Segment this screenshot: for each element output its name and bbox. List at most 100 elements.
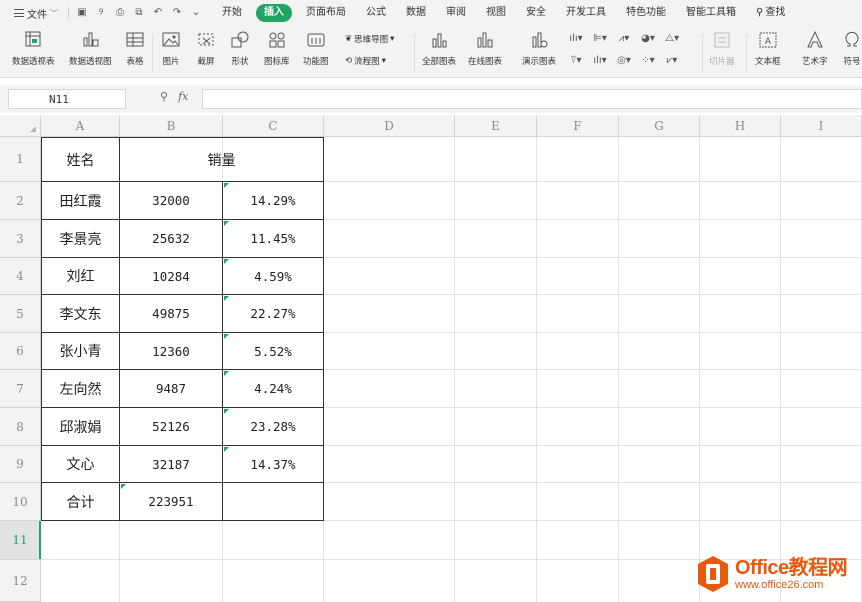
- percent-cell[interactable]: 5.52%: [223, 333, 323, 369]
- column-header-g[interactable]: G: [619, 115, 700, 137]
- file-menu-button[interactable]: 文件 ﹀: [0, 6, 58, 21]
- print-icon[interactable]: ⎙: [114, 7, 126, 19]
- tab-special-features[interactable]: 特色功能: [616, 4, 676, 22]
- row-header-9[interactable]: 9: [0, 446, 41, 483]
- pivot-chart-button[interactable]: 数据透视图: [69, 30, 112, 67]
- bar-chart-icon[interactable]: ⊫▾: [591, 32, 609, 46]
- cloud-sync-icon[interactable]: ୨: [95, 7, 107, 19]
- icon-library-button[interactable]: 图标库: [264, 30, 290, 67]
- row-header-3[interactable]: 3: [0, 220, 41, 258]
- wordart-button[interactable]: 艺术字: [802, 30, 828, 67]
- name-cell[interactable]: 张小青: [42, 333, 119, 369]
- percent-cell[interactable]: 11.45%: [223, 220, 323, 257]
- tab-smart-toolbox[interactable]: 智能工具箱: [676, 4, 746, 22]
- column-header-h[interactable]: H: [700, 115, 781, 137]
- tab-home[interactable]: 开始: [212, 4, 252, 22]
- spreadsheet-grid[interactable]: A B C D E F G H I 1 2 3 4 5 6 7 8 9 10 1…: [0, 115, 862, 602]
- percent-cell[interactable]: 23.28%: [223, 408, 323, 445]
- row-header-2[interactable]: 2: [0, 182, 41, 220]
- name-cell[interactable]: 左向然: [42, 370, 119, 407]
- row-header-11[interactable]: 11: [0, 521, 41, 560]
- more-icon[interactable]: ⌄: [190, 7, 202, 19]
- sales-cell[interactable]: 32000: [120, 182, 222, 219]
- percent-cell[interactable]: 14.29%: [223, 182, 323, 219]
- tab-review[interactable]: 审阅: [436, 4, 476, 22]
- tab-page-layout[interactable]: 页面布局: [296, 4, 356, 22]
- row-header-1[interactable]: 1: [0, 137, 41, 182]
- mindmap-button[interactable]: ❦ 思维导图 ▾: [345, 33, 394, 45]
- save-icon[interactable]: ▣: [76, 7, 88, 19]
- table-button[interactable]: 表格: [124, 30, 146, 67]
- tab-developer[interactable]: 开发工具: [556, 4, 616, 22]
- header-sales-cell[interactable]: 销量: [120, 138, 323, 181]
- search-button[interactable]: ⚲ 查找: [746, 4, 795, 22]
- name-cell[interactable]: 田红霞: [42, 182, 119, 219]
- function-chart-button[interactable]: 功能图: [303, 30, 329, 67]
- column-header-a[interactable]: A: [41, 115, 120, 137]
- sales-cell[interactable]: 12360: [120, 333, 222, 369]
- redo-icon[interactable]: ↷: [171, 7, 183, 19]
- tab-insert[interactable]: 插入: [256, 4, 292, 22]
- column-chart-icon[interactable]: ılı▾: [567, 32, 585, 46]
- sales-cell[interactable]: 9487: [120, 370, 222, 407]
- percent-cell[interactable]: 14.37%: [223, 446, 323, 482]
- column-header-f[interactable]: F: [537, 115, 619, 137]
- picture-button[interactable]: 图片: [160, 30, 182, 67]
- row-header-5[interactable]: 5: [0, 295, 41, 333]
- textbox-button[interactable]: A 文本框: [755, 30, 781, 67]
- combo-chart-icon[interactable]: ⩗▾: [663, 54, 681, 68]
- row-header-8[interactable]: 8: [0, 408, 41, 446]
- shapes-button[interactable]: 形状: [229, 30, 251, 67]
- row-header-7[interactable]: 7: [0, 370, 41, 408]
- all-charts-button[interactable]: 全部图表: [422, 30, 456, 67]
- tab-view[interactable]: 视图: [476, 4, 516, 22]
- sales-cell[interactable]: 49875: [120, 295, 222, 332]
- tab-formulas[interactable]: 公式: [356, 4, 396, 22]
- symbol-button[interactable]: 符号: [841, 30, 862, 67]
- flowchart-button[interactable]: ⟲ 流程图 ▾: [345, 55, 386, 67]
- tab-security[interactable]: 安全: [516, 4, 556, 22]
- sales-cell[interactable]: 10284: [120, 258, 222, 294]
- name-cell[interactable]: 文心: [42, 446, 119, 482]
- print-preview-icon[interactable]: ⧉: [133, 7, 145, 19]
- slicer-button[interactable]: 切片器: [709, 30, 735, 67]
- donut-chart-icon[interactable]: ◎▾: [615, 54, 633, 68]
- formula-input[interactable]: [202, 89, 862, 109]
- chevron-down-icon[interactable]: ▾: [49, 94, 122, 103]
- name-cell[interactable]: 刘红: [42, 258, 119, 294]
- column-header-e[interactable]: E: [455, 115, 537, 137]
- name-cell[interactable]: 李景亮: [42, 220, 119, 257]
- online-charts-button[interactable]: 在线图表: [468, 30, 502, 67]
- stock-chart-icon[interactable]: ılı▾: [591, 54, 609, 68]
- zoom-icon[interactable]: ⚲: [160, 90, 168, 103]
- demo-chart-button[interactable]: 演示图表: [522, 30, 556, 67]
- column-header-i[interactable]: I: [781, 115, 862, 137]
- name-cell[interactable]: 邱淑娟: [42, 408, 119, 445]
- undo-icon[interactable]: ↶: [152, 7, 164, 19]
- row-header-4[interactable]: 4: [0, 258, 41, 295]
- screenshot-button[interactable]: 截屏: [195, 30, 217, 67]
- percent-cell[interactable]: 22.27%: [223, 295, 323, 332]
- sales-cell[interactable]: 25632: [120, 220, 222, 257]
- sales-cell[interactable]: 52126: [120, 408, 222, 445]
- scatter-chart-icon[interactable]: ⁘▾: [639, 54, 657, 68]
- column-header-c[interactable]: C: [223, 115, 324, 137]
- percent-cell[interactable]: 4.59%: [223, 258, 323, 294]
- tab-data[interactable]: 数据: [396, 4, 436, 22]
- total-label-cell[interactable]: 合计: [42, 483, 119, 520]
- name-box[interactable]: N11 ▾: [8, 89, 126, 109]
- total-percent-cell[interactable]: [223, 483, 323, 520]
- pivot-table-button[interactable]: 数据透视表: [12, 30, 55, 67]
- insert-function-button[interactable]: fx: [178, 90, 188, 103]
- line-chart-icon[interactable]: ⩘▾: [615, 32, 633, 46]
- percent-cell[interactable]: 4.24%: [223, 370, 323, 407]
- row-header-12[interactable]: 12: [0, 560, 41, 602]
- row-header-10[interactable]: 10: [0, 483, 41, 521]
- total-sales-cell[interactable]: 223951: [120, 483, 222, 520]
- column-header-d[interactable]: D: [324, 115, 455, 137]
- header-name-cell[interactable]: 姓名: [42, 138, 119, 181]
- row-header-6[interactable]: 6: [0, 333, 41, 370]
- radar-chart-icon[interactable]: ⍢▾: [567, 54, 585, 68]
- area-chart-icon[interactable]: ⧍▾: [663, 32, 681, 46]
- column-header-b[interactable]: B: [120, 115, 223, 137]
